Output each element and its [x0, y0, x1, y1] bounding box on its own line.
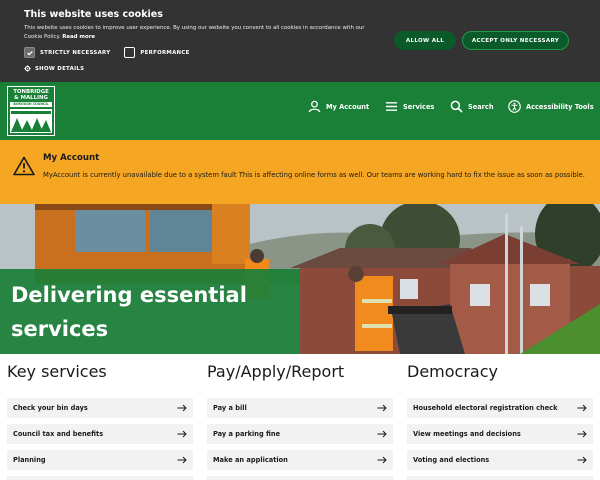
logo-emblem-icon — [10, 109, 52, 133]
arrow-right-icon — [377, 430, 387, 438]
cookie-read-more-link[interactable]: Read more — [62, 34, 95, 40]
link-label: Pay a bill — [213, 404, 247, 412]
pay-apply-report-column: Pay/Apply/Report Pay a bill Pay a parkin… — [207, 362, 393, 480]
column-heading: Democracy — [407, 362, 498, 381]
accept-only-necessary-button[interactable]: ACCEPT ONLY NECESSARY — [462, 31, 569, 50]
search-icon — [450, 100, 463, 113]
link-label: Check your bin days — [13, 404, 88, 412]
arrow-right-icon — [577, 404, 587, 412]
user-icon — [308, 100, 321, 113]
link-pay-parking-fine[interactable]: Pay a parking fine — [207, 424, 393, 444]
link-planning[interactable]: Planning — [7, 450, 193, 470]
arrow-right-icon — [577, 430, 587, 438]
link-partial[interactable] — [407, 476, 593, 480]
key-services-column: Key services Check your bin days Council… — [7, 362, 193, 480]
nav-search[interactable]: Search — [450, 100, 494, 113]
site-header: TONBRIDGE & MALLING BOROUGH COUNCIL My A… — [0, 82, 600, 140]
link-label: Voting and elections — [413, 456, 490, 464]
arrow-right-icon — [177, 404, 187, 412]
logo-line-2: & MALLING — [14, 95, 48, 101]
checkmark-icon — [26, 50, 33, 56]
link-make-application[interactable]: Make an application — [207, 450, 393, 470]
link-label: Household electoral registration check — [413, 404, 558, 412]
council-logo[interactable]: TONBRIDGE & MALLING BOROUGH COUNCIL — [7, 86, 55, 136]
allow-all-button[interactable]: ALLOW ALL — [394, 31, 456, 50]
link-council-tax[interactable]: Council tax and benefits — [7, 424, 193, 444]
arrow-right-icon — [377, 404, 387, 412]
gear-icon — [24, 65, 31, 72]
nav-services-label: Services — [403, 102, 435, 111]
arrow-right-icon — [577, 456, 587, 464]
arrow-right-icon — [377, 456, 387, 464]
link-electoral-registration-check[interactable]: Household electoral registration check — [407, 398, 593, 418]
link-meetings-decisions[interactable]: View meetings and decisions — [407, 424, 593, 444]
cookie-title: This website uses cookies — [24, 9, 163, 20]
link-pay-a-bill[interactable]: Pay a bill — [207, 398, 393, 418]
strictly-necessary-label: STRICTLY NECESSARY — [40, 49, 111, 56]
nav-accessibility-tools[interactable]: Accessibility Tools — [508, 100, 594, 113]
link-label: Planning — [13, 456, 46, 464]
arrow-right-icon — [177, 456, 187, 464]
link-label: Make an application — [213, 456, 288, 464]
performance-label: PERFORMANCE — [140, 49, 190, 56]
link-check-bin-days[interactable]: Check your bin days — [7, 398, 193, 418]
hero-title: Delivering essential services — [11, 283, 247, 341]
cookie-text: This website uses cookies to improve use… — [24, 24, 384, 42]
democracy-column: Democracy Household electoral registrati… — [407, 362, 593, 480]
column-heading: Key services — [7, 362, 107, 381]
nav-accessibility-label: Accessibility Tools — [526, 102, 594, 111]
warning-icon — [13, 156, 35, 176]
logo-subtitle: BOROUGH COUNCIL — [10, 102, 52, 107]
nav-search-label: Search — [468, 102, 494, 111]
nav-my-account-label: My Account — [326, 102, 370, 111]
accessibility-icon — [508, 100, 521, 113]
strictly-necessary-checkbox[interactable] — [24, 47, 35, 58]
cookie-banner: This website uses cookies This website u… — [0, 0, 600, 82]
cookie-options: STRICTLY NECESSARY PERFORMANCE — [24, 47, 190, 58]
alert-title: My Account — [43, 153, 100, 163]
link-label: Council tax and benefits — [13, 430, 104, 438]
hero-banner: Delivering essential services — [0, 204, 600, 354]
arrow-right-icon — [177, 430, 187, 438]
column-heading: Pay/Apply/Report — [207, 362, 345, 381]
nav-my-account[interactable]: My Account — [308, 100, 369, 113]
link-label: Pay a parking fine — [213, 430, 281, 438]
menu-icon — [385, 102, 398, 111]
nav-services[interactable]: Services — [385, 100, 434, 113]
link-partial[interactable] — [7, 476, 193, 480]
performance-checkbox[interactable] — [124, 47, 136, 58]
link-voting-elections[interactable]: Voting and elections — [407, 450, 593, 470]
alert-message: MyAccount is currently unavailable due t… — [43, 171, 585, 179]
show-details-label: SHOW DETAILS — [35, 65, 85, 72]
show-details-toggle[interactable]: SHOW DETAILS — [24, 65, 84, 72]
link-partial[interactable] — [207, 476, 393, 480]
link-label: View meetings and decisions — [413, 430, 521, 438]
